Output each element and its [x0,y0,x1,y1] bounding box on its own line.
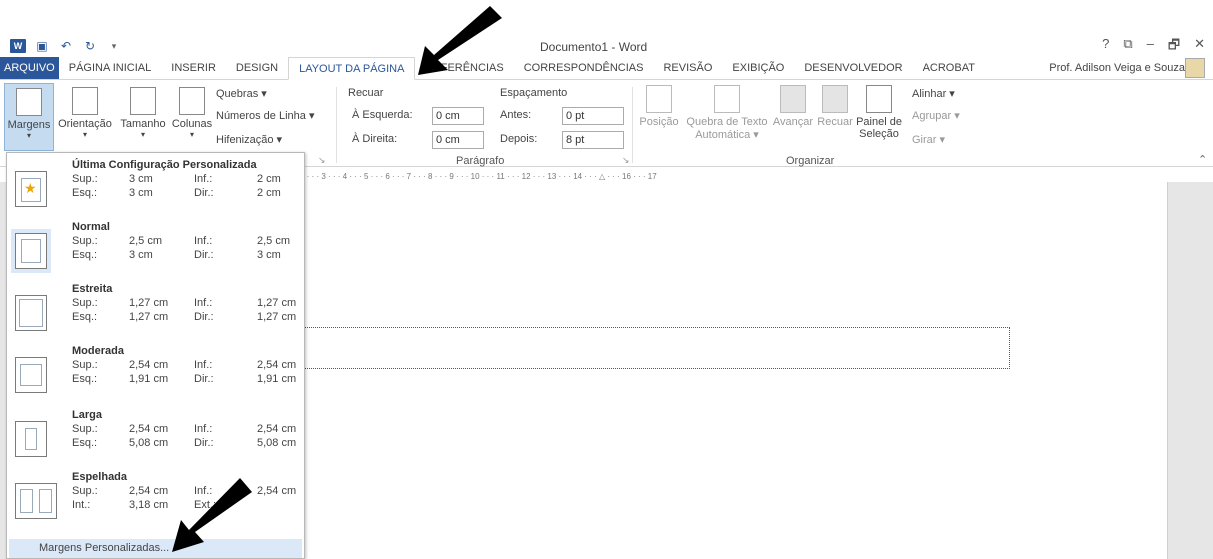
painel-label: Painel de [856,116,902,128]
margins-dropdown: ★ Última Configuração Personalizada Sup.… [6,152,305,559]
text-box[interactable] [300,327,1010,369]
margin-option-estreita[interactable]: Estreita Sup.: 1,27 cm Inf.: 1,27 cm Esq… [9,281,302,343]
margins-icon [16,88,42,116]
wrap-text-icon [714,85,740,113]
quick-access-toolbar: W ▣ ↶ ↻ ▾ [10,38,122,54]
tab-correspondencias[interactable]: CORRESPONDÊNCIAS [514,57,654,79]
user-name[interactable]: Prof. Adilson Veiga e Souza [1049,62,1185,74]
orientacao-button[interactable]: Orientação ▾ [56,83,114,151]
title-bar: W ▣ ↶ ↻ ▾ Documento1 - Word ? ⧉ – 🗗 ✕ [0,0,1213,58]
margin-option-moderada[interactable]: Moderada Sup.: 2,54 cm Inf.: 2,54 cm Esq… [9,343,302,405]
customize-qat-icon[interactable]: ▾ [106,39,122,53]
collapse-ribbon-icon[interactable]: ⌃ [1198,153,1207,166]
depois-label: Depois: [500,133,538,145]
page-size-icon [130,87,156,115]
custom-margin-icon: ★ [15,171,47,207]
antes-input[interactable]: 0 pt [562,107,624,125]
quebra-texto-label: Quebra de Texto [686,116,768,128]
tab-exibicao[interactable]: EXIBIÇÃO [722,57,794,79]
recuar2-label: Recuar [817,116,853,128]
margin-option-normal[interactable]: Normal Sup.: 2,5 cm Inf.: 2,5 cm Esq.: 3… [9,219,302,281]
paragraph-launcher-icon[interactable]: ↘ [622,155,630,166]
orientacao-label: Orientação [58,118,112,130]
mirrored-margin-icon [15,483,57,519]
quebras-button[interactable]: Quebras ▾ [216,87,267,100]
tab-inserir[interactable]: INSERIR [161,57,226,79]
tab-revisao[interactable]: REVISÃO [653,57,722,79]
avatar[interactable] [1185,58,1205,78]
window-controls: ? ⧉ – 🗗 ✕ [1102,36,1205,58]
close-icon[interactable]: ✕ [1194,36,1205,58]
tamanho-button[interactable]: Tamanho ▾ [116,83,170,151]
colunas-button[interactable]: Colunas ▾ [170,83,214,151]
horizontal-ruler: 2 · · · 3 · · · 4 · · · 5 · · · 6 · · · … [300,172,1000,182]
moderate-margin-icon [15,357,47,393]
recuo-esquerda-input[interactable]: 0 cm [432,107,484,125]
posicao-button[interactable]: Posição [638,85,680,128]
avancar-label: Avançar [772,116,814,128]
selection-pane-icon [866,85,892,113]
minimize-icon[interactable]: – [1147,36,1154,58]
margens-label: Margens [7,119,51,131]
margin-option-larga[interactable]: Larga Sup.: 2,54 cm Inf.: 2,54 cm Esq.: … [9,407,302,469]
recuo-esquerda-label: À Esquerda: [352,109,413,121]
alinhar-button[interactable]: Alinhar ▾ [912,87,955,100]
numeros-linha-button[interactable]: Números de Linha ▾ [216,109,314,122]
quebra-texto-button[interactable]: Quebra de Texto Automática ▾ [684,85,770,141]
redo-icon[interactable]: ↻ [82,39,98,53]
espacamento-label: Espaçamento [500,87,568,99]
tab-acrobat[interactable]: ACROBAT [913,57,985,79]
avancar-button[interactable]: Avançar [770,85,816,128]
window-title: Documento1 - Word [540,40,648,54]
margin-option-ultima[interactable]: ★ Última Configuração Personalizada Sup.… [9,157,302,219]
bring-forward-icon [780,85,806,113]
recuar-button[interactable]: Recuar [816,85,854,128]
tab-arquivo[interactable]: ARQUIVO [0,57,59,79]
hifenizacao-button[interactable]: Hifenização ▾ [216,133,282,146]
tab-pagina-inicial[interactable]: PÁGINA INICIAL [59,57,162,79]
tamanho-label: Tamanho [120,118,166,130]
colunas-label: Colunas [171,118,213,130]
recuo-direita-label: À Direita: [352,133,398,145]
automatica-label: Automática ▾ [695,129,759,141]
help-icon[interactable]: ? [1102,36,1109,58]
posicao-label: Posição [639,116,679,128]
orientation-icon [72,87,98,115]
save-icon[interactable]: ▣ [34,39,50,53]
margens-button[interactable]: Margens ▾ [4,83,54,151]
normal-margin-icon [15,233,47,269]
narrow-margin-icon [15,295,47,331]
ribbon-tabs: ARQUIVO PÁGINA INICIAL INSERIR DESIGN LA… [0,57,1213,80]
restore-icon[interactable]: 🗗 [1168,36,1180,58]
ribbon-display-icon[interactable]: ⧉ [1123,36,1132,58]
tab-layout-da-pagina[interactable]: LAYOUT DA PÁGINA [288,57,416,80]
depois-input[interactable]: 8 pt [562,131,624,149]
document-page[interactable] [300,182,1168,559]
page-setup-launcher-icon[interactable]: ↘ [318,155,326,166]
girar-button[interactable]: Girar ▾ [912,133,945,146]
undo-icon[interactable]: ↶ [58,39,74,53]
recuo-direita-input[interactable]: 0 cm [432,131,484,149]
paragrafo-group-label: Parágrafo [456,155,505,167]
tab-desenvolvedor[interactable]: DESENVOLVEDOR [794,57,912,79]
agrupar-button[interactable]: Agrupar ▾ [912,109,960,122]
selecao-label: Seleção [859,128,899,140]
painel-selecao-button[interactable]: Painel de Seleção [854,85,904,140]
wide-margin-icon [15,421,47,457]
margin-option-espelhada[interactable]: Espelhada Sup.: 2,54 cm Inf.: 2,54 cm In… [9,469,302,531]
recuar-label: Recuar [348,87,384,99]
organizar-group-label: Organizar [786,155,835,167]
tab-design[interactable]: DESIGN [226,57,288,79]
margens-personalizadas-item[interactable]: Margens Personalizadas... [9,539,302,558]
word-logo-icon: W [10,39,26,53]
columns-icon [179,87,205,115]
position-icon [646,85,672,113]
antes-label: Antes: [500,109,532,121]
tab-referencias[interactable]: REFERÊNCIAS [415,57,513,79]
send-backward-icon [822,85,848,113]
